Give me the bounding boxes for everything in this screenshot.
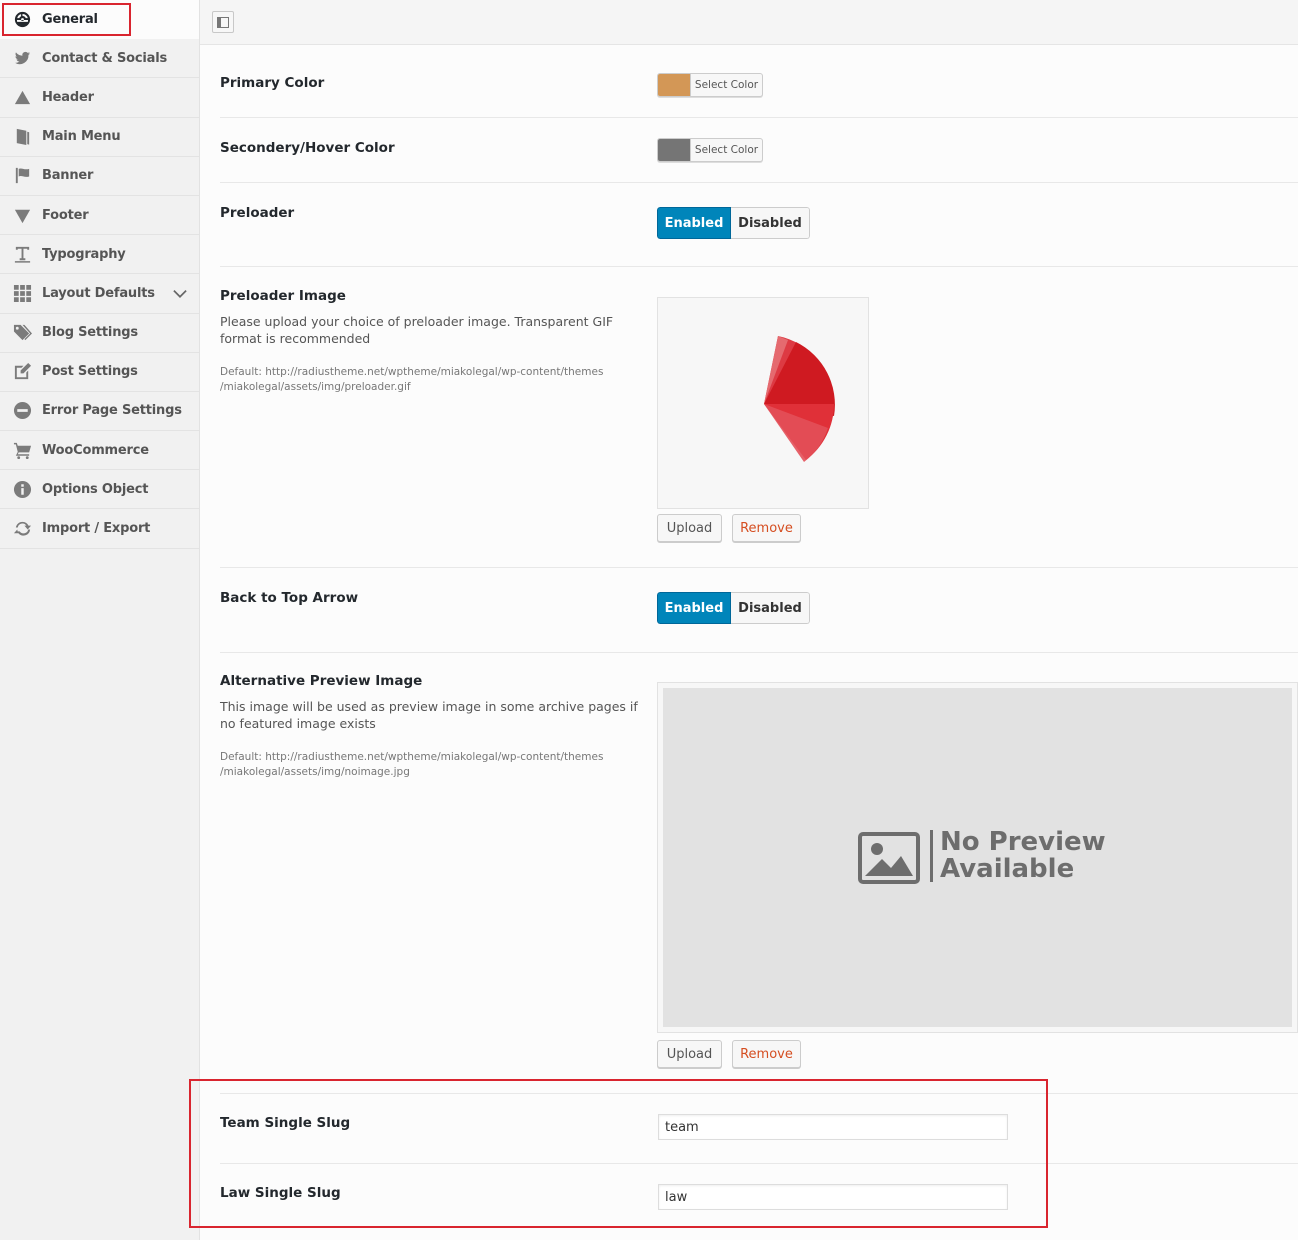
default-line: /miakolegal/assets/img/noimage.jpg	[220, 766, 410, 778]
team-slug-input[interactable]: team	[658, 1114, 1008, 1140]
triangle-down-icon	[12, 205, 32, 225]
sidebar-item-typography[interactable]: Typography	[0, 235, 199, 275]
field-description: This image will be used as preview image…	[220, 699, 638, 731]
sidebar-item-label: WooCommerce	[42, 442, 149, 458]
field-default-value: Default: http://radiustheme.net/wptheme/…	[220, 750, 650, 780]
upload-button[interactable]: Upload	[657, 1040, 722, 1068]
twitter-icon	[12, 48, 32, 68]
panel-toolbar	[200, 0, 1298, 45]
sidebar-item-import-export[interactable]: Import / Export	[0, 509, 199, 549]
minus-circle-icon	[12, 401, 32, 421]
sidebar-toggle-icon	[217, 16, 229, 28]
no-preview-line: No Preview	[940, 827, 1106, 857]
field-label: Law Single Slug	[220, 1185, 341, 1201]
no-preview-line: Available	[940, 854, 1075, 884]
sidebar-item-label: Blog Settings	[42, 325, 138, 341]
sidebar-item-label: Main Menu	[42, 129, 121, 145]
chevron-down-icon[interactable]	[173, 286, 187, 300]
field-label: Primary Color	[220, 75, 325, 91]
sidebar-item-blog-settings[interactable]: Blog Settings	[0, 314, 199, 353]
select-color-label: Select Color	[690, 74, 762, 96]
divider	[930, 830, 933, 882]
sidebar-item-label: Header	[42, 89, 94, 105]
enabled-option[interactable]: Enabled	[657, 592, 731, 624]
tags-icon	[12, 323, 32, 343]
default-line: /miakolegal/assets/img/preloader.gif	[220, 381, 411, 393]
sidebar-item-label: Options Object	[42, 481, 149, 497]
color-swatch	[658, 139, 690, 161]
triangle-up-icon	[12, 87, 32, 107]
edit-icon	[12, 362, 32, 382]
cart-icon	[12, 440, 32, 460]
default-line: Default: http://radiustheme.net/wptheme/…	[220, 751, 604, 763]
sidebar-item-banner[interactable]: Banner	[0, 157, 199, 196]
sidebar-item-label: General	[42, 11, 98, 27]
no-preview-placeholder: No Preview Available	[663, 688, 1292, 1027]
preloader-spinner-image	[764, 336, 835, 462]
sidebar-item-label: Banner	[42, 168, 94, 184]
primary-color-row: Primary Color Select Color	[220, 45, 1298, 118]
disabled-option[interactable]: Disabled	[731, 592, 810, 624]
info-icon	[12, 479, 32, 499]
primary-color-picker[interactable]: Select Color	[657, 73, 763, 97]
image-placeholder-icon	[858, 832, 920, 884]
sidebar-item-label: Error Page Settings	[42, 403, 182, 419]
alt-preview-image-preview: No Preview Available	[657, 682, 1298, 1033]
field-label: Team Single Slug	[220, 1115, 351, 1131]
field-default-value: Default: http://radiustheme.net/wptheme/…	[220, 365, 650, 395]
alt-preview-image-row: Alternative Preview Image This image wil…	[220, 653, 1298, 1094]
field-label: Alternative Preview Image	[220, 673, 423, 689]
color-swatch	[658, 74, 690, 96]
field-label: Preloader	[220, 205, 295, 221]
sidebar-item-label: Post Settings	[42, 364, 138, 380]
default-line: Default: http://radiustheme.net/wptheme/…	[220, 366, 604, 378]
field-label: Secondery/Hover Color	[220, 140, 395, 156]
preloader-image-preview	[657, 297, 869, 509]
sidebar-item-main-menu[interactable]: Main Menu	[0, 118, 199, 157]
law-slug-input[interactable]: law	[658, 1184, 1008, 1210]
expand-toggle-button[interactable]	[212, 11, 234, 33]
text-cursor-icon	[12, 244, 32, 264]
back-to-top-toggle[interactable]: Enabled Disabled	[657, 592, 810, 624]
sidebar-item-label: Typography	[42, 246, 126, 262]
book-icon	[12, 127, 32, 147]
field-label: Preloader Image	[220, 288, 346, 304]
preloader-toggle[interactable]: Enabled Disabled	[657, 207, 810, 239]
options-sidebar: General Contact & Socials Header Main Me…	[0, 0, 200, 1240]
sidebar-item-woocommerce[interactable]: WooCommerce	[0, 431, 199, 471]
flag-icon	[12, 166, 32, 186]
sidebar-item-label: Layout Defaults	[42, 285, 155, 301]
law-slug-row: Law Single Slug law	[220, 1164, 1298, 1240]
remove-button[interactable]: Remove	[732, 514, 801, 542]
field-label: Back to Top Arrow	[220, 590, 359, 606]
preloader-image-row: Preloader Image Please upload your choic…	[220, 267, 1298, 568]
sidebar-item-layout-defaults[interactable]: Layout Defaults	[0, 274, 199, 314]
refresh-icon	[12, 519, 32, 539]
sidebar-item-label: Import / Export	[42, 521, 151, 537]
team-slug-row: Team Single Slug team	[220, 1094, 1298, 1164]
upload-button[interactable]: Upload	[657, 514, 722, 542]
sidebar-item-error-page-settings[interactable]: Error Page Settings	[0, 392, 199, 432]
grid-icon	[12, 283, 32, 303]
sidebar-item-contact-socials[interactable]: Contact & Socials	[0, 39, 199, 79]
sidebar-item-header[interactable]: Header	[0, 78, 199, 118]
back-to-top-row: Back to Top Arrow Enabled Disabled	[220, 568, 1298, 653]
secondary-color-row: Secondery/Hover Color Select Color	[220, 118, 1298, 183]
sidebar-item-options-object[interactable]: Options Object	[0, 470, 199, 510]
options-panel: Primary Color Select Color Secondery/Hov…	[200, 0, 1298, 1240]
sidebar-item-footer[interactable]: Footer	[0, 196, 199, 236]
dashboard-icon	[12, 9, 32, 29]
preloader-row: Preloader Enabled Disabled	[220, 183, 1298, 267]
sidebar-item-post-settings[interactable]: Post Settings	[0, 353, 199, 392]
disabled-option[interactable]: Disabled	[731, 207, 810, 239]
secondary-color-picker[interactable]: Select Color	[657, 138, 763, 162]
enabled-option[interactable]: Enabled	[657, 207, 731, 239]
sidebar-item-general[interactable]: General	[0, 0, 199, 40]
sidebar-item-label: Contact & Socials	[42, 50, 168, 66]
select-color-label: Select Color	[690, 139, 762, 161]
sidebar-item-label: Footer	[42, 207, 89, 223]
no-preview-text: No Preview Available	[940, 829, 1106, 883]
remove-button[interactable]: Remove	[732, 1040, 801, 1068]
field-description: Please upload your choice of preloader i…	[220, 314, 614, 346]
